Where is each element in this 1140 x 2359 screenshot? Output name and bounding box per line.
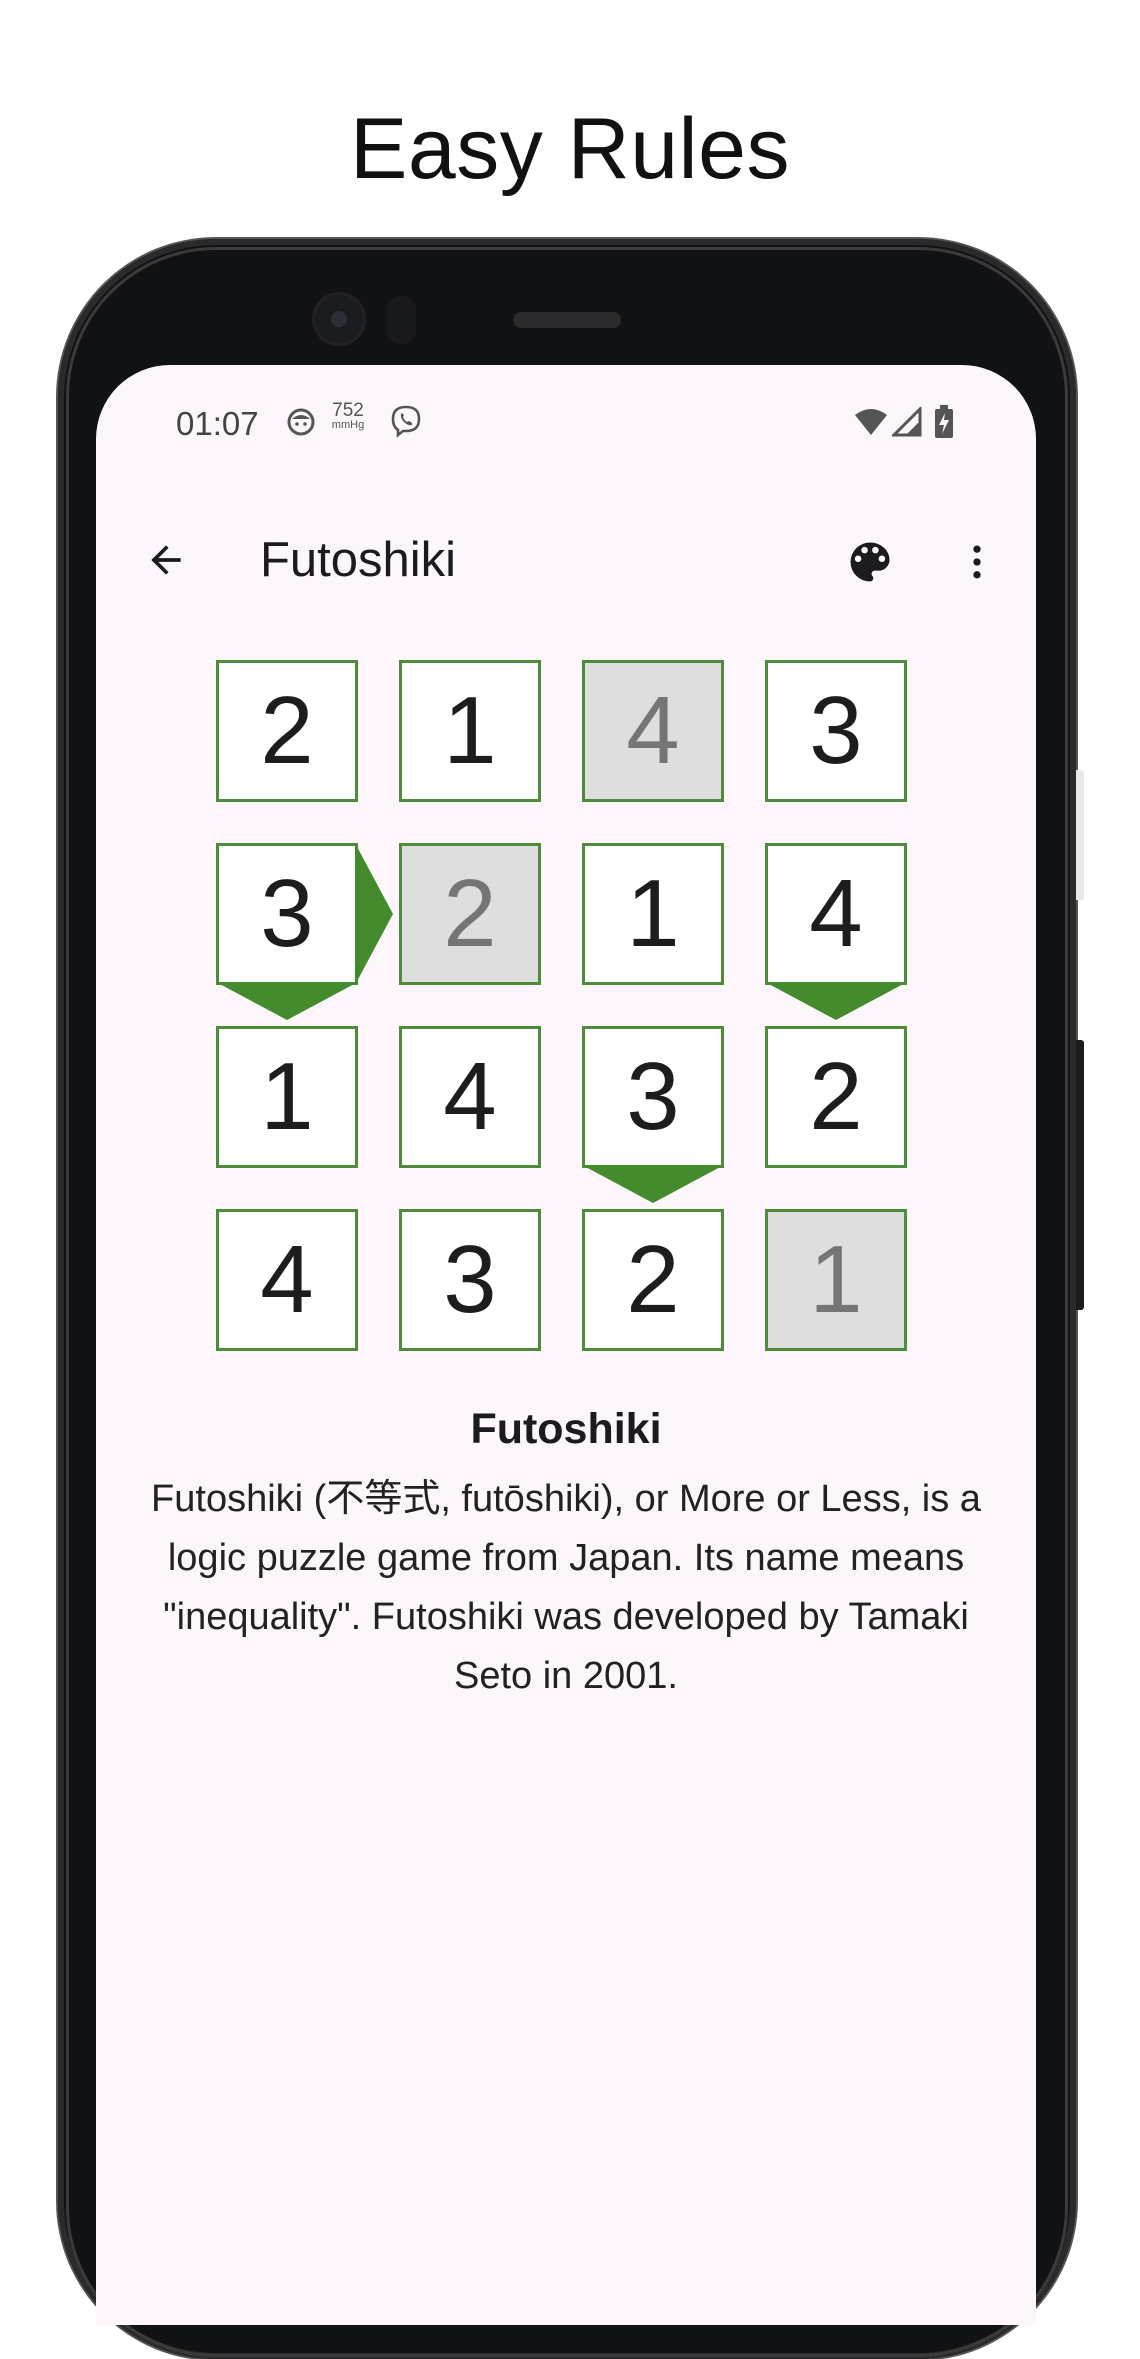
viber-icon bbox=[388, 403, 424, 444]
pressure-indicator: 752 mmHg bbox=[326, 401, 370, 431]
inequality-marker-right bbox=[355, 843, 393, 985]
status-bar: 01:07 752 mmHg bbox=[96, 365, 1036, 480]
theme-button[interactable] bbox=[840, 532, 900, 592]
puzzle-cell: 1 bbox=[399, 660, 541, 802]
puzzle-cell-given: 2 bbox=[399, 843, 541, 985]
more-vert-icon bbox=[973, 545, 981, 579]
puzzle-cell: 4 bbox=[399, 1026, 541, 1168]
inequality-marker-down bbox=[216, 982, 358, 1020]
puzzle-cell: 3 bbox=[765, 660, 907, 802]
rules-title: Futoshiki bbox=[470, 1405, 662, 1453]
puzzle-cell: 2 bbox=[216, 660, 358, 802]
puzzle-cell: 4 bbox=[216, 1209, 358, 1351]
phone-screen: 01:07 752 mmHg Futoshiki 2 1 4 3 3 2 1 4… bbox=[96, 365, 1036, 2325]
puzzle-cell: 3 bbox=[216, 843, 358, 985]
front-camera bbox=[315, 295, 363, 343]
puzzle-cell: 2 bbox=[582, 1209, 724, 1351]
inequality-marker-down bbox=[582, 1165, 724, 1203]
phone-power-button bbox=[1076, 1040, 1084, 1310]
proximity-sensor bbox=[386, 296, 416, 344]
wifi-icon bbox=[854, 407, 888, 442]
palette-icon bbox=[850, 542, 890, 582]
pressure-unit: mmHg bbox=[331, 419, 365, 431]
puzzle-cell: 3 bbox=[399, 1209, 541, 1351]
puzzle-cell: 3 bbox=[582, 1026, 724, 1168]
inequality-marker-down bbox=[765, 982, 907, 1020]
futoshiki-example-grid: 2143321414324321 bbox=[216, 660, 916, 1360]
overflow-menu-button[interactable] bbox=[952, 532, 1002, 592]
signal-icon bbox=[890, 405, 922, 442]
arrow-back-icon bbox=[151, 545, 181, 575]
battery-charging-icon bbox=[934, 405, 954, 444]
app-bar: Futoshiki bbox=[96, 480, 1036, 630]
pressure-value: 752 bbox=[332, 400, 364, 421]
puzzle-cell-given: 1 bbox=[765, 1209, 907, 1351]
face-icon bbox=[286, 407, 316, 442]
page-headline: Easy Rules bbox=[350, 101, 790, 197]
rules-description: Futoshiki (不等式, futōshiki), or More or L… bbox=[151, 1478, 981, 1697]
puzzle-cell: 2 bbox=[765, 1026, 907, 1168]
earpiece-speaker bbox=[513, 312, 621, 328]
puzzle-cell: 1 bbox=[582, 843, 724, 985]
puzzle-cell: 1 bbox=[216, 1026, 358, 1168]
puzzle-cell: 4 bbox=[765, 843, 907, 985]
app-bar-title: Futoshiki bbox=[260, 533, 457, 587]
status-time: 01:07 bbox=[176, 405, 259, 442]
phone-side-button bbox=[1076, 770, 1084, 900]
puzzle-cell-given: 4 bbox=[582, 660, 724, 802]
back-button[interactable] bbox=[136, 530, 196, 590]
